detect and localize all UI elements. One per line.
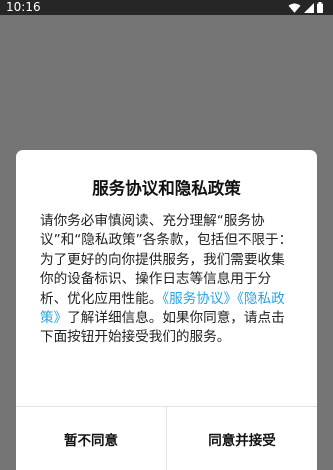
status-icons bbox=[288, 2, 323, 13]
status-time: 10:16 bbox=[6, 0, 41, 14]
accept-button[interactable]: 同意并接受 bbox=[167, 407, 317, 470]
wifi-icon bbox=[288, 3, 301, 13]
decline-button[interactable]: 暂不同意 bbox=[16, 407, 166, 470]
cell-signal-icon bbox=[304, 2, 314, 13]
service-agreement-link[interactable]: 《服务协议》 bbox=[162, 291, 237, 307]
status-bar: 10:16 bbox=[0, 0, 333, 15]
body-outro: 了解详细信息。如果你同意，请点击下面按钮开始接受我们的服务。 bbox=[40, 310, 285, 346]
dialog-body: 请你务必审慎阅读、充分理解“服务协议”和“隐私政策”各条款，包括但不限于：为了更… bbox=[40, 212, 298, 348]
privacy-dialog: 服务协议和隐私政策 请你务必审慎阅读、充分理解“服务协议”和“隐私政策”各条款，… bbox=[16, 150, 317, 470]
dialog-title: 服务协议和隐私政策 bbox=[92, 179, 241, 198]
battery-icon bbox=[317, 2, 323, 13]
